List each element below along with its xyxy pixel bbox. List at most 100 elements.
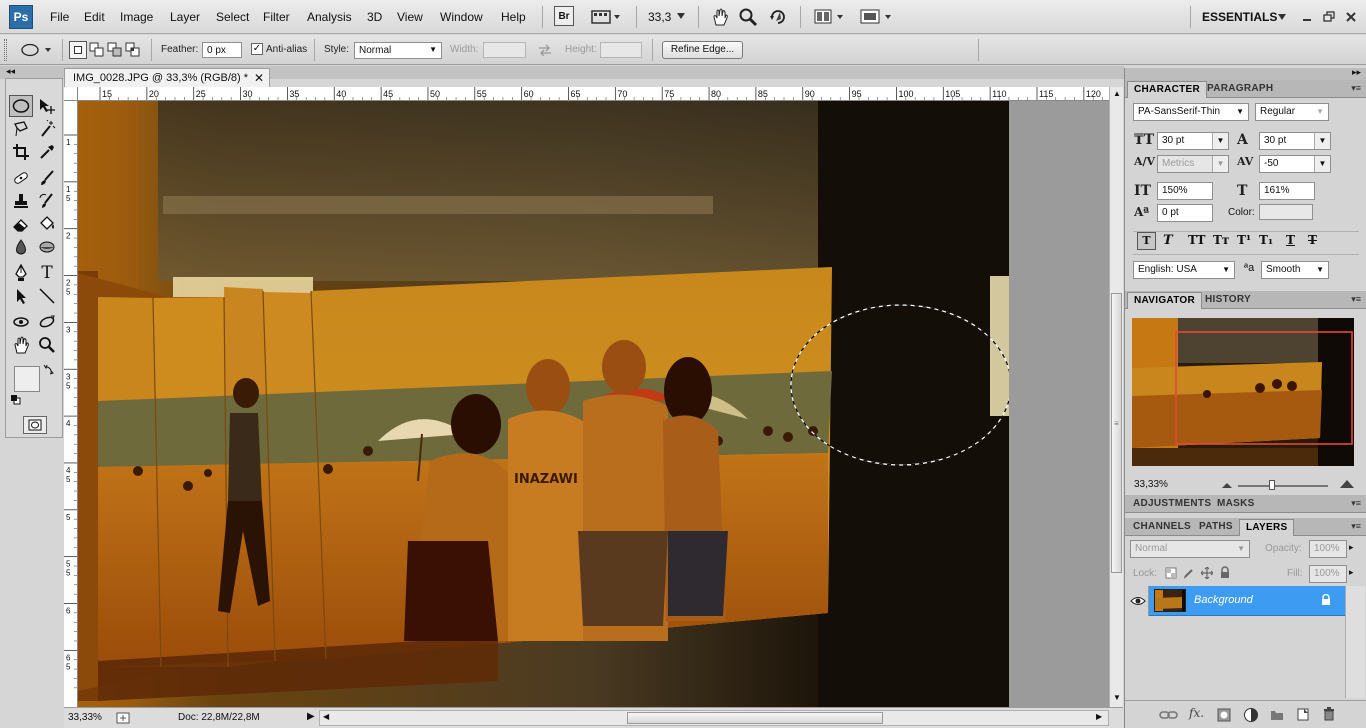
scroll-up-arrow[interactable]: ▲ xyxy=(1113,89,1121,98)
blur-tool[interactable] xyxy=(9,236,33,258)
new-group-icon[interactable] xyxy=(1270,708,1284,722)
menu-layer[interactable]: Layer xyxy=(170,10,200,24)
lock-image-pixels-icon[interactable] xyxy=(1183,567,1195,579)
magic-wand-tool[interactable] xyxy=(35,118,59,140)
subtract-from-selection-icon[interactable] xyxy=(107,42,123,58)
vertical-ruler[interactable]: 115225335445555665 xyxy=(64,101,78,707)
text-color-swatch[interactable] xyxy=(1259,204,1313,220)
elliptical-marquee-preset-icon[interactable] xyxy=(20,42,60,58)
faux-italic-button[interactable]: T xyxy=(1163,233,1173,248)
quick-mask-button[interactable] xyxy=(23,416,47,434)
small-caps-button[interactable]: Tт xyxy=(1213,233,1229,247)
close-icon[interactable] xyxy=(1344,10,1358,24)
clone-stamp-tool[interactable] xyxy=(9,190,33,212)
menu-3d[interactable]: 3D xyxy=(367,10,382,24)
hand-tool-icon[interactable] xyxy=(710,7,730,27)
workspace-switcher[interactable]: ESSENTIALS xyxy=(1202,10,1277,24)
chevron-down-icon[interactable]: ▼ xyxy=(1212,156,1228,172)
3d-orbit-tool[interactable] xyxy=(35,311,59,333)
fill-field[interactable]: 100% xyxy=(1309,565,1347,583)
path-selection-tool[interactable] xyxy=(9,285,33,307)
vertical-scale-field[interactable]: 150% xyxy=(1157,182,1213,200)
tab-layers[interactable]: LAYERS xyxy=(1239,519,1295,536)
zoom-out-mountain-icon[interactable] xyxy=(1221,481,1233,489)
healing-brush-tool[interactable] xyxy=(9,167,33,189)
tab-channels[interactable]: CHANNELS xyxy=(1127,519,1197,536)
swap-colors-icon[interactable] xyxy=(43,363,55,375)
close-document-icon[interactable]: ✕ xyxy=(254,71,264,85)
default-colors-icon[interactable] xyxy=(11,395,21,405)
language-select[interactable]: English: USA ▼ xyxy=(1133,261,1235,279)
eraser-tool[interactable] xyxy=(9,213,33,235)
pen-tool[interactable] xyxy=(9,262,33,284)
lasso-tool[interactable] xyxy=(9,118,33,140)
scroll-down-arrow[interactable]: ▼ xyxy=(1113,693,1121,702)
status-zoom[interactable]: 33,33% xyxy=(68,712,102,723)
antialias-checkbox[interactable]: ✓ xyxy=(251,43,263,55)
layer-visibility-toggle[interactable] xyxy=(1127,586,1149,616)
bridge-button[interactable]: Br xyxy=(554,6,574,26)
chevron-down-icon[interactable] xyxy=(1277,13,1287,21)
tracking-field[interactable]: -50 ▼ xyxy=(1259,155,1331,173)
zoom-tool-icon[interactable] xyxy=(738,7,758,27)
panel-menu-icon[interactable]: ▾≡ xyxy=(1351,521,1361,532)
move-tool[interactable] xyxy=(35,95,59,117)
strikethrough-button[interactable]: T xyxy=(1308,233,1317,247)
horizontal-scrollbar[interactable]: ◀ ▶ xyxy=(319,710,1109,726)
tab-navigator[interactable]: NAVIGATOR xyxy=(1127,292,1203,309)
chevron-down-icon[interactable]: ▼ xyxy=(1212,133,1228,149)
all-caps-button[interactable]: TT xyxy=(1188,233,1205,247)
add-mask-icon[interactable] xyxy=(1217,708,1231,722)
font-size-field[interactable]: 30 pt ▼ xyxy=(1157,132,1229,150)
horizontal-ruler[interactable]: 15 20 25 30 35 40 45 50 55 60 65 70 75 80 85 90 95 100 105… xyxy=(78,87,1109,101)
leading-field[interactable]: 30 pt ▼ xyxy=(1259,132,1331,150)
chevron-down-icon[interactable] xyxy=(676,12,686,20)
panel-menu-icon[interactable]: ▾≡ xyxy=(1351,498,1361,509)
restore-icon[interactable] xyxy=(1322,10,1336,24)
menu-help[interactable]: Help xyxy=(501,10,526,24)
tab-adjustments[interactable]: ADJUSTMENTS xyxy=(1127,496,1217,513)
tab-history[interactable]: HISTORY xyxy=(1199,292,1257,309)
new-layer-icon[interactable] xyxy=(1296,707,1310,721)
lock-all-icon[interactable] xyxy=(1219,566,1231,579)
layer-style-fx-icon[interactable]: fx. xyxy=(1189,706,1204,720)
font-style-select[interactable]: Regular ▼ xyxy=(1255,103,1329,121)
dodge-tool[interactable] xyxy=(35,236,59,258)
vertical-scroll-thumb[interactable]: ≡ xyxy=(1111,293,1122,573)
lock-position-icon[interactable] xyxy=(1201,567,1213,579)
horizontal-scale-field[interactable]: 161% xyxy=(1259,182,1315,200)
screen-mode-icon[interactable] xyxy=(860,9,894,25)
ruler-origin[interactable] xyxy=(64,87,78,101)
underline-button[interactable]: T xyxy=(1286,233,1295,247)
antialias-method-select[interactable]: Smooth ▼ xyxy=(1261,261,1329,279)
layers-scrollbar[interactable] xyxy=(1345,586,1365,698)
chevron-down-icon[interactable]: ▼ xyxy=(1314,133,1330,149)
menu-view[interactable]: View xyxy=(397,10,423,24)
expand-toolbox-icon[interactable]: ◂◂ xyxy=(6,66,15,77)
panel-menu-icon[interactable]: ▾≡ xyxy=(1351,294,1361,305)
zoom-in-mountain-icon[interactable] xyxy=(1339,479,1355,489)
type-tool[interactable]: T xyxy=(35,262,59,284)
menu-image[interactable]: Image xyxy=(120,10,153,24)
collapse-panels-icon[interactable]: ▸▸ xyxy=(1352,67,1361,78)
font-family-select[interactable]: PA-SansSerif-Thin ▼ xyxy=(1133,103,1249,121)
feather-input[interactable]: 0 px xyxy=(202,42,242,58)
navigator-thumbnail[interactable] xyxy=(1132,318,1354,466)
vertical-scrollbar[interactable]: ▲ ≡ ▼ xyxy=(1109,87,1123,707)
eyedropper-tool[interactable] xyxy=(35,141,59,163)
tab-character[interactable]: CHARACTER xyxy=(1127,81,1208,98)
zoom-tool[interactable] xyxy=(35,334,59,356)
style-select[interactable]: Normal ▼ xyxy=(354,42,442,59)
chevron-down-icon[interactable]: ▼ xyxy=(1314,156,1330,172)
layer-name[interactable]: Background xyxy=(1194,594,1253,606)
baseline-shift-field[interactable]: 0 pt xyxy=(1157,204,1213,222)
menu-edit[interactable]: Edit xyxy=(84,10,105,24)
faux-bold-button[interactable]: T xyxy=(1137,232,1156,250)
fill-slider-arrow[interactable]: ▸ xyxy=(1349,567,1354,578)
mini-bridge-button[interactable] xyxy=(588,6,624,28)
tab-masks[interactable]: MASKS xyxy=(1211,496,1261,513)
paint-bucket-tool[interactable] xyxy=(35,213,59,235)
menu-window[interactable]: Window xyxy=(440,10,483,24)
document-tab[interactable]: IMG_0028.JPG @ 33,3% (RGB/8) * ✕ xyxy=(64,68,270,88)
blend-mode-select[interactable]: Normal ▼ xyxy=(1130,540,1250,558)
